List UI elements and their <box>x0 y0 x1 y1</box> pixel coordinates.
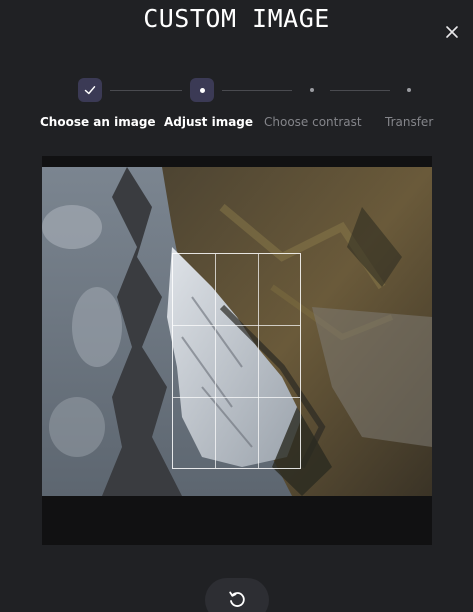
rotate-reset-icon <box>229 591 245 607</box>
step-label-choose-image[interactable]: Choose an image <box>40 115 156 129</box>
step-connector <box>110 90 182 91</box>
step-connector <box>222 90 292 91</box>
crop-grid-line <box>257 254 259 468</box>
rotate-reset-button[interactable] <box>205 578 269 612</box>
step-1-done-indicator[interactable] <box>78 78 102 102</box>
crop-selection-box[interactable] <box>172 253 301 469</box>
close-icon <box>446 26 458 38</box>
mountain-photo <box>42 167 432 496</box>
image-editor-canvas[interactable] <box>42 156 432 545</box>
step-3-pending-indicator <box>310 88 314 92</box>
custom-image-dialog: CUSTOM IMAGE Choose an image Adjust imag… <box>0 0 473 612</box>
crop-grid-line <box>173 325 300 327</box>
step-4-pending-indicator <box>407 88 411 92</box>
step-label-choose-contrast: Choose contrast <box>264 115 362 129</box>
step-label-adjust-image[interactable]: Adjust image <box>164 115 253 129</box>
close-button[interactable] <box>444 24 460 40</box>
check-icon <box>84 86 96 95</box>
step-2-active-indicator[interactable] <box>190 78 214 102</box>
step-label-transfer: Transfer <box>385 115 434 129</box>
page-title: CUSTOM IMAGE <box>143 4 330 33</box>
dot-icon <box>199 87 205 93</box>
crop-grid-line <box>173 396 300 398</box>
step-connector <box>330 90 390 91</box>
crop-grid-line <box>215 254 217 468</box>
